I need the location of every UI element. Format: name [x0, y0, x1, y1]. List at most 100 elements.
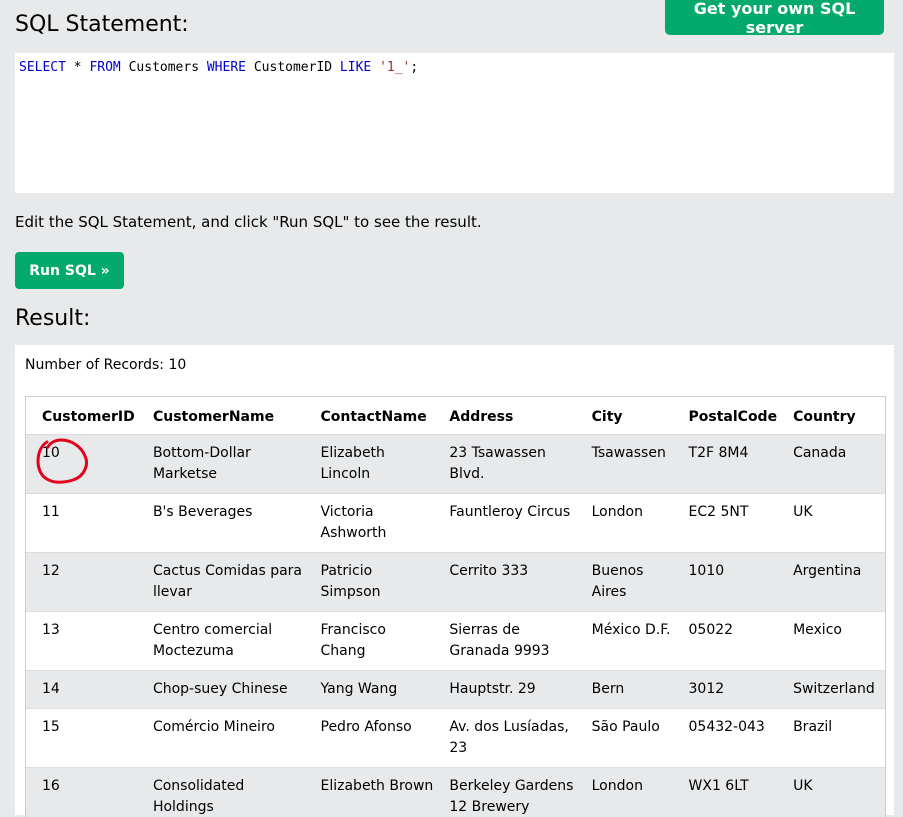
table-header-row: CustomerIDCustomerNameContactNameAddress…	[26, 397, 885, 435]
table-cell: Berkeley Gardens 12 Brewery	[433, 768, 575, 817]
table-cell-text: 05022	[673, 612, 778, 649]
table-cell-text: Argentina	[777, 553, 885, 590]
sql-token: CustomerID	[246, 60, 340, 75]
table-cell: Pedro Afonso	[305, 709, 434, 768]
table-row: 11B's BeveragesVictoria AshworthFauntler…	[26, 494, 885, 553]
table-cell: Patricio Simpson	[305, 553, 434, 612]
table-cell: UK	[777, 768, 885, 817]
column-header: Country	[777, 397, 885, 435]
table-cell-text: Berkeley Gardens 12 Brewery	[433, 768, 575, 817]
table-cell-text: Canada	[777, 435, 885, 472]
get-sql-server-button[interactable]: Get your own SQL server	[665, 0, 884, 35]
table-cell-text: London	[576, 768, 673, 805]
table-cell-text: Patricio Simpson	[305, 553, 434, 611]
table-cell-text: B's Beverages	[137, 494, 305, 531]
table-cell-text: Yang Wang	[305, 671, 434, 708]
table-cell: Francisco Chang	[305, 612, 434, 671]
table-cell: Consolidated Holdings	[137, 768, 305, 817]
table-cell-text: 16	[26, 768, 137, 805]
column-header-label: City	[576, 407, 673, 425]
table-cell-text: Chop-suey Chinese	[137, 671, 305, 708]
table-cell-text: Fauntleroy Circus	[433, 494, 575, 531]
column-header: Address	[433, 397, 575, 435]
sql-token: Customers	[121, 60, 207, 75]
table-cell: 14	[26, 671, 137, 709]
table-cell: Bottom-Dollar Marketse	[137, 435, 305, 494]
table-cell-text: 1010	[673, 553, 778, 590]
table-cell-text: 23 Tsawassen Blvd.	[433, 435, 575, 493]
table-cell: London	[576, 494, 673, 553]
result-table-wrapper: CustomerIDCustomerNameContactNameAddress…	[25, 396, 886, 817]
table-cell: London	[576, 768, 673, 817]
table-cell-text: Cerrito 333	[433, 553, 575, 590]
table-cell: Sierras de Granada 9993	[433, 612, 575, 671]
table-cell-text: T2F 8M4	[673, 435, 778, 472]
table-cell-text: 14	[26, 671, 137, 708]
table-cell-text: Hauptstr. 29	[433, 671, 575, 708]
table-cell-text: Mexico	[777, 612, 885, 649]
table-cell: Fauntleroy Circus	[433, 494, 575, 553]
table-cell: Victoria Ashworth	[305, 494, 434, 553]
column-header: ContactName	[305, 397, 434, 435]
sql-editor[interactable]: SELECT * FROM Customers WHERE CustomerID…	[15, 53, 894, 193]
sql-statement-title: SQL Statement:	[15, 12, 189, 37]
table-row: 15Comércio MineiroPedro AfonsoAv. dos Lu…	[26, 709, 885, 768]
table-cell: 23 Tsawassen Blvd.	[433, 435, 575, 494]
table-cell: UK	[777, 494, 885, 553]
column-header-label: CustomerID	[26, 407, 137, 425]
table-cell: 10	[26, 435, 137, 494]
table-cell-text: London	[576, 494, 673, 531]
table-cell: 12	[26, 553, 137, 612]
table-cell: Brazil	[777, 709, 885, 768]
table-cell-text: Elizabeth Lincoln	[305, 435, 434, 493]
table-cell: T2F 8M4	[673, 435, 778, 494]
table-cell-text: Bottom-Dollar Marketse	[137, 435, 305, 493]
column-header-label: CustomerName	[137, 407, 305, 425]
table-cell: Buenos Aires	[576, 553, 673, 612]
table-cell-text: Pedro Afonso	[305, 709, 434, 746]
table-cell-text: Switzerland	[777, 671, 885, 708]
result-panel: Number of Records: 10 CustomerIDCustomer…	[15, 345, 894, 815]
table-cell-text: São Paulo	[576, 709, 673, 746]
run-sql-button[interactable]: Run SQL »	[15, 252, 124, 289]
table-cell-text: WX1 6LT	[673, 768, 778, 805]
sql-token: LIKE	[340, 60, 371, 75]
table-cell-text: 10	[26, 435, 137, 472]
instructions-text: Edit the SQL Statement, and click "Run S…	[15, 213, 482, 231]
table-cell-text: 05432-043	[673, 709, 778, 746]
table-cell: Canada	[777, 435, 885, 494]
table-cell: Bern	[576, 671, 673, 709]
table-row: 13Centro comercial MoctezumaFrancisco Ch…	[26, 612, 885, 671]
table-cell: Hauptstr. 29	[433, 671, 575, 709]
column-header-label: Country	[777, 407, 885, 425]
table-cell: 13	[26, 612, 137, 671]
table-cell: Elizabeth Brown	[305, 768, 434, 817]
table-cell: Av. dos Lusíadas, 23	[433, 709, 575, 768]
sql-token: '1_'	[379, 60, 410, 75]
column-header: City	[576, 397, 673, 435]
sql-token	[371, 60, 379, 75]
table-cell-text: Centro comercial Moctezuma	[137, 612, 305, 670]
sql-token: FROM	[89, 60, 120, 75]
table-cell: 05432-043	[673, 709, 778, 768]
table-cell: Switzerland	[777, 671, 885, 709]
table-cell-text: Consolidated Holdings	[137, 768, 305, 817]
column-header: PostalCode	[673, 397, 778, 435]
result-title: Result:	[15, 306, 90, 331]
table-cell-text: Av. dos Lusíadas, 23	[433, 709, 575, 767]
column-header-label: Address	[433, 407, 575, 425]
table-cell: São Paulo	[576, 709, 673, 768]
table-cell: Cerrito 333	[433, 553, 575, 612]
top-bar: SQL Statement: Get your own SQL server	[0, 0, 903, 50]
table-cell: Cactus Comidas para llevar	[137, 553, 305, 612]
table-cell: México D.F.	[576, 612, 673, 671]
table-cell-text: UK	[777, 494, 885, 531]
sql-token: SELECT	[19, 60, 66, 75]
table-cell-text: Buenos Aires	[576, 553, 673, 611]
table-cell: 05022	[673, 612, 778, 671]
table-cell-text: 12	[26, 553, 137, 590]
table-cell-text: 15	[26, 709, 137, 746]
table-cell: 3012	[673, 671, 778, 709]
table-row: 10Bottom-Dollar MarketseElizabeth Lincol…	[26, 435, 885, 494]
table-cell: 15	[26, 709, 137, 768]
